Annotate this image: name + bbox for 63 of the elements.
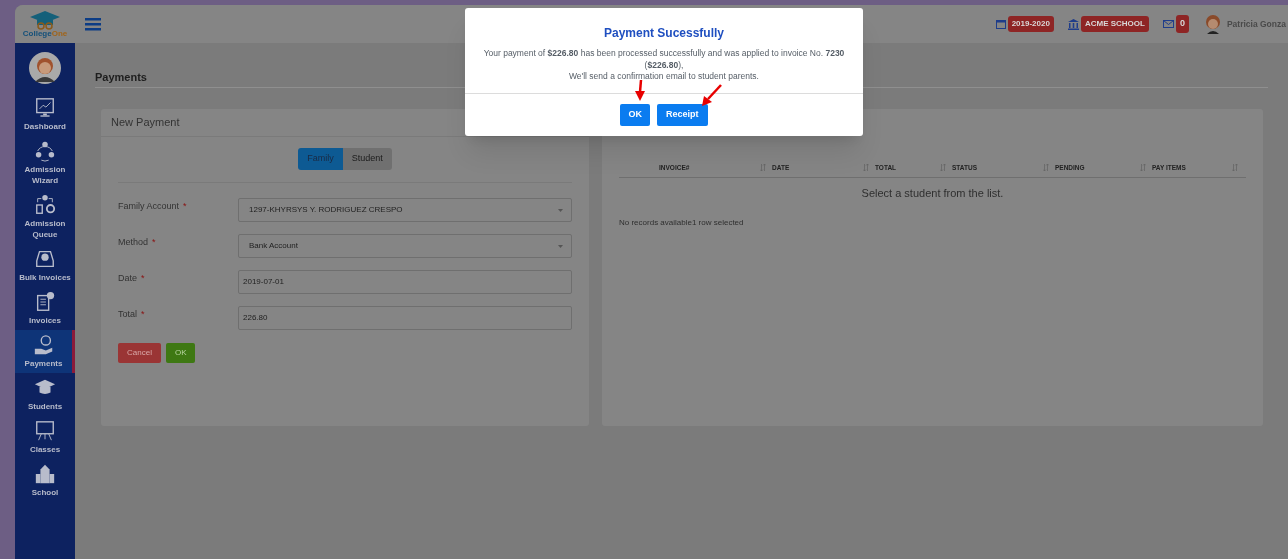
caret-icon (558, 208, 563, 212)
school-year-badge[interactable]: 2019-2020 (1007, 16, 1054, 32)
field-label: Family Account (118, 200, 180, 213)
graduation-cap-icon (29, 10, 61, 30)
dialog-title: Payment Sucessfully (602, 25, 726, 42)
field-label: Date (118, 272, 137, 285)
required-mark: * (183, 200, 187, 213)
user-name[interactable]: Patricia Gonza (1226, 17, 1286, 31)
toggle-tab[interactable]: Student (342, 148, 392, 170)
queue-gear-icon (34, 194, 56, 216)
sort-icon[interactable] (863, 164, 869, 171)
hand-coin-icon (32, 334, 55, 356)
sidebar-item[interactable]: Admission Wizard (15, 136, 75, 190)
sidebar-item[interactable]: Admission Queue (15, 190, 75, 244)
calendar-icon (995, 19, 1006, 29)
sidebar-item[interactable]: School (15, 459, 75, 502)
ok-button[interactable]: OK (165, 343, 196, 363)
caret-icon (558, 244, 563, 248)
card-title: New Payment (111, 115, 180, 131)
envelope-icon[interactable] (1162, 20, 1174, 28)
annotation-arrow (634, 80, 646, 101)
empty-message: Select a student from the list. (860, 186, 1005, 201)
required-mark: * (141, 272, 145, 285)
input-field[interactable]: 2019-07-01 (238, 270, 572, 294)
sidebar-item[interactable]: Invoices (15, 287, 75, 330)
sort-icon[interactable] (1140, 164, 1146, 171)
required-mark: * (152, 236, 156, 249)
cancel-button[interactable]: Cancel (118, 343, 161, 363)
sort-icon[interactable] (1043, 164, 1049, 171)
required-mark: * (141, 308, 145, 321)
school-badge[interactable]: ACME SCHOOL (1080, 16, 1149, 32)
select-field[interactable]: Bank Account (238, 234, 572, 258)
sort-icon[interactable] (940, 164, 946, 171)
message-count-badge: 0 (1175, 15, 1189, 33)
field-label: Total (118, 308, 137, 321)
menu-icon[interactable] (85, 17, 101, 31)
dashboard-icon (34, 97, 56, 119)
school-building-icon (34, 463, 56, 485)
sidebar-item[interactable]: Payments (15, 330, 75, 373)
sidebar-item[interactable]: Bulk Invoices (15, 244, 75, 287)
sort-icon[interactable] (760, 164, 766, 171)
dialog-message: We'll send a confirmation email to student parents. (568, 71, 760, 83)
table-status: No records available1 row selected (619, 216, 745, 229)
sidebar-item[interactable]: Classes (15, 416, 75, 459)
invoice-icon (34, 291, 56, 313)
select-field[interactable]: 1297-KHYRSYS Y. RODRIGUEZ CRESPO (238, 198, 572, 222)
sidebar-item[interactable]: Dashboard (15, 93, 75, 136)
money-tray-icon (34, 248, 56, 270)
ok-button[interactable]: OK (620, 103, 650, 126)
avatar[interactable] (1204, 14, 1221, 34)
sidebar-item[interactable]: Students (15, 373, 75, 416)
avatar (29, 52, 61, 84)
input-field[interactable]: 226.80 (238, 306, 572, 330)
bank-icon (1067, 18, 1079, 30)
people-circle-icon (34, 140, 56, 162)
receipt-button[interactable]: Receipt (657, 103, 708, 126)
page-title: Payments (95, 70, 147, 85)
annotation-arrow (702, 84, 722, 106)
whiteboard-icon (34, 420, 56, 442)
field-label: Method (118, 236, 149, 249)
sort-icon[interactable] (1232, 164, 1238, 171)
logo-text: CollegeOne (22, 30, 68, 38)
dialog-message: Your payment of $226.80 has been processed successfully and was applied to invoice No. 7230 ($226.80), (482, 48, 846, 71)
